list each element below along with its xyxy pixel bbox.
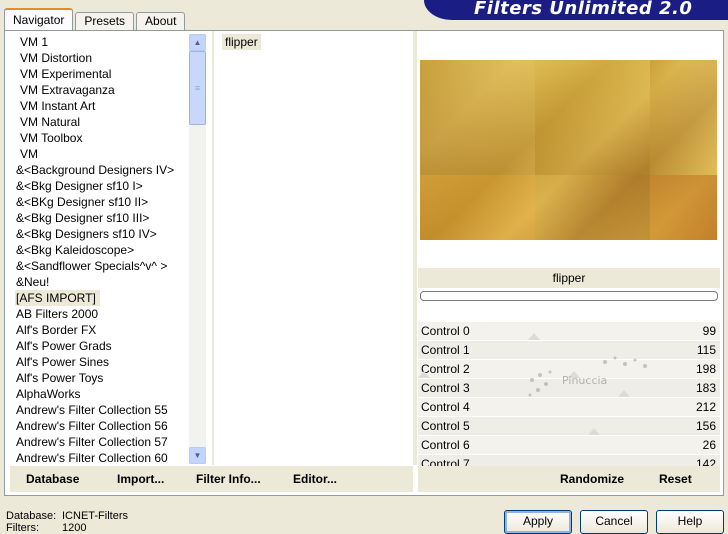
category-item[interactable]: VM Instant Art xyxy=(10,98,188,114)
control-label: Control 6 xyxy=(421,438,470,452)
tab-navigator[interactable]: Navigator xyxy=(4,8,74,30)
category-item[interactable]: AB Filters 2000 xyxy=(10,306,188,322)
watermark-logo: Pinuccia xyxy=(528,356,647,397)
control-row[interactable]: Control 6 26 xyxy=(418,436,720,455)
control-value: 212 xyxy=(695,400,716,414)
category-item[interactable]: AlphaWorks xyxy=(10,386,188,402)
status-info: Database: ICNET-Filters Filters: 1200 xyxy=(6,510,128,534)
chevron-down-icon: ▼ xyxy=(193,451,202,460)
scrollbar-thumb[interactable]: ≡ xyxy=(189,51,206,125)
control-value: 99 xyxy=(702,324,716,338)
control-toolbar: Randomize Reset xyxy=(418,466,720,492)
import-button[interactable]: Import... xyxy=(117,472,164,486)
category-item[interactable]: Alf's Power Sines xyxy=(10,354,188,370)
category-item[interactable]: Andrew's Filter Collection 57 xyxy=(10,434,188,450)
control-row[interactable]: Control 0 99 xyxy=(418,322,720,341)
control-label: Control 4 xyxy=(421,400,470,414)
category-item[interactable]: VM xyxy=(10,146,188,162)
control-value: 115 xyxy=(696,343,716,357)
control-value: 183 xyxy=(695,381,716,395)
category-item[interactable]: Andrew's Filter Collection 56 xyxy=(10,418,188,434)
slider-marker xyxy=(528,333,540,340)
slider-marker xyxy=(418,371,430,378)
preview-tile xyxy=(420,60,535,175)
category-item[interactable]: &<Bkg Designer sf10 III> xyxy=(10,210,188,226)
preview-filter-name: flipper xyxy=(418,268,720,288)
scroll-up-button[interactable]: ▲ xyxy=(189,34,206,51)
control-value: 26 xyxy=(702,438,716,452)
app-title: Filters Unlimited 2.0 xyxy=(474,0,693,19)
control-label: Control 0 xyxy=(421,324,470,338)
category-item[interactable]: Alf's Border FX xyxy=(10,322,188,338)
category-item-label: [AFS IMPORT] xyxy=(15,290,100,306)
list-divider xyxy=(212,31,214,465)
reset-button[interactable]: Reset xyxy=(659,472,692,486)
panel-divider xyxy=(413,31,417,465)
category-item[interactable]: &<Bkg Designer sf10 I> xyxy=(10,178,188,194)
category-item[interactable]: &<BKg Designer sf10 II> xyxy=(10,194,188,210)
preview-tile xyxy=(650,60,717,175)
help-button[interactable]: Help xyxy=(656,510,724,534)
category-item[interactable]: &<Background Designers IV> xyxy=(10,162,188,178)
preview-tile xyxy=(535,60,650,175)
tab-presets[interactable]: Presets xyxy=(75,12,135,30)
apply-button[interactable]: Apply xyxy=(504,510,572,534)
category-item[interactable]: VM Distortion xyxy=(10,50,188,66)
control-value: 198 xyxy=(695,362,716,376)
preview-tile xyxy=(420,175,535,240)
control-label: Control 5 xyxy=(421,419,470,433)
filter-list[interactable]: flipper xyxy=(218,34,412,464)
category-item[interactable]: &<Bkg Designers sf10 IV> xyxy=(10,226,188,242)
category-item[interactable]: Andrew's Filter Collection 60 xyxy=(10,450,188,464)
category-item[interactable]: &<Bkg Kaleidoscope> xyxy=(10,242,188,258)
preview-tile xyxy=(535,175,650,240)
chevron-up-icon: ▲ xyxy=(193,38,202,47)
navigator-toolbar: Database Import... Filter Info... Editor… xyxy=(10,466,413,492)
database-button[interactable]: Database xyxy=(26,472,79,486)
preview-tile xyxy=(650,175,717,240)
filter-info-button[interactable]: Filter Info... xyxy=(196,472,261,486)
filters-value: 1200 xyxy=(62,522,87,534)
category-item[interactable]: &<Sandflower Specials^v^ > xyxy=(10,258,188,274)
category-item[interactable]: VM Natural xyxy=(10,114,188,130)
tab-strip: Navigator Presets About xyxy=(4,8,187,30)
editor-button[interactable]: Editor... xyxy=(293,472,337,486)
control-label: Control 1 xyxy=(421,343,470,357)
tab-about[interactable]: About xyxy=(136,12,186,30)
category-scrollbar[interactable]: ▲ ≡ ▼ xyxy=(189,34,206,464)
category-list[interactable]: VM 1 VM Distortion VM Experimental VM Extra… xyxy=(10,34,188,464)
category-item[interactable]: VM Experimental xyxy=(10,66,188,82)
category-item[interactable]: VM Extravaganza xyxy=(10,82,188,98)
filters-label: Filters: xyxy=(6,522,39,534)
cancel-button[interactable]: Cancel xyxy=(580,510,648,534)
slider-marker xyxy=(588,428,600,435)
category-item[interactable]: &Neu! xyxy=(10,274,188,290)
category-item[interactable]: [AFS IMPORT] xyxy=(10,290,188,306)
category-item[interactable]: VM Toolbox xyxy=(10,130,188,146)
category-item[interactable]: VM 1 xyxy=(10,34,188,50)
category-item[interactable]: Andrew's Filter Collection 55 xyxy=(10,402,188,418)
watermark-text: Pinuccia xyxy=(562,374,607,387)
randomize-button[interactable]: Randomize xyxy=(560,472,624,486)
preview-image xyxy=(420,60,717,240)
control-label: Control 3 xyxy=(421,381,470,395)
category-item[interactable]: Alf's Power Grads xyxy=(10,338,188,354)
progress-bar xyxy=(420,291,718,301)
database-label: Database: xyxy=(6,510,57,522)
category-item[interactable]: Alf's Power Toys xyxy=(10,370,188,386)
database-value: ICNET-Filters xyxy=(62,510,128,522)
grip-icon: ≡ xyxy=(194,82,201,93)
filter-item-flipper[interactable]: flipper xyxy=(222,34,261,50)
scroll-down-button[interactable]: ▼ xyxy=(189,447,206,464)
control-value: 156 xyxy=(695,419,716,433)
